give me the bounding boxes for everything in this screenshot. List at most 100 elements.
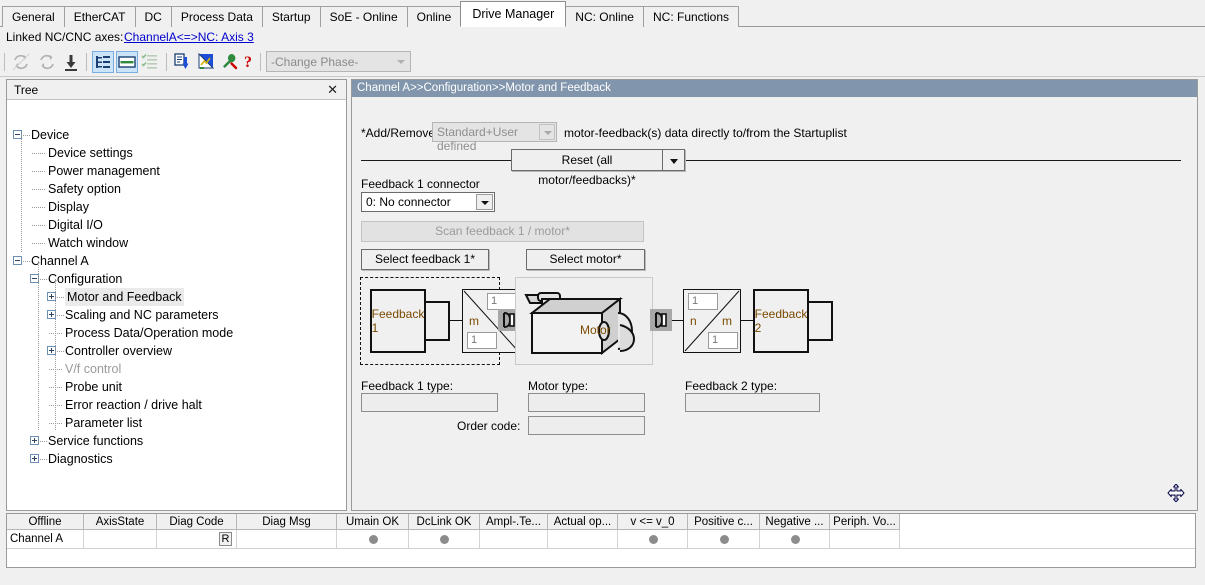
gear-right-numerator-input[interactable]: 1 xyxy=(688,293,718,310)
tree-connector xyxy=(32,207,46,208)
status-grid: Offline AxisState Diag Code Diag Msg Umain O… xyxy=(6,513,1196,568)
tree-item-label: V/f control xyxy=(65,362,122,376)
tree-item-label: Parameter list xyxy=(65,416,143,430)
status-led-indicator xyxy=(790,535,800,544)
tree-item-label: Digital I/O xyxy=(48,218,103,232)
status-column-header[interactable]: Periph. Vo... xyxy=(830,514,900,530)
change-phase-select[interactable]: -Change Phase- xyxy=(266,51,411,72)
tab-startup[interactable]: Startup xyxy=(261,6,321,27)
breadcrumb: Channel A>>Configuration>>Motor and Feed… xyxy=(352,80,1197,97)
gear-left-m-label: m xyxy=(469,314,479,328)
select-motor-button[interactable]: Select motor* xyxy=(526,249,645,270)
chevron-down-icon[interactable] xyxy=(476,194,493,210)
tree-connector xyxy=(32,153,46,154)
tab-soe-online[interactable]: SoE - Online xyxy=(319,6,408,27)
order-code-field[interactable] xyxy=(528,416,645,435)
wire-feedback1-gear xyxy=(450,320,462,321)
tree-connector xyxy=(49,369,63,370)
feedback1-connector-value: 0: No connector xyxy=(366,195,451,209)
tree-title: Tree xyxy=(14,83,39,97)
select-feedback-button[interactable]: Select feedback 1* xyxy=(361,249,489,270)
status-column-header[interactable]: v <= v_0 xyxy=(618,514,688,530)
status-column-header[interactable]: Diag Msg xyxy=(237,514,337,530)
tree-connector xyxy=(49,333,63,334)
tree-view-icon[interactable] xyxy=(92,51,114,73)
checklist-icon[interactable] xyxy=(140,51,162,73)
add-remove-select[interactable]: Standard+User defined xyxy=(432,122,557,153)
move-cursor-icon xyxy=(1167,483,1185,503)
tree-panel: Tree ✕ Device Device settings Power manage… xyxy=(6,79,347,511)
wire-gear-feedback2 xyxy=(741,320,753,321)
tab-online[interactable]: Online xyxy=(406,6,462,27)
gear-right-m-label: m xyxy=(722,314,732,328)
help-icon[interactable]: ? xyxy=(238,51,260,73)
status-column-header[interactable]: Actual op... xyxy=(548,514,618,530)
feedback2-type-label: Feedback 2 type: xyxy=(685,379,778,393)
tab-dc[interactable]: DC xyxy=(134,6,172,27)
import-icon[interactable] xyxy=(172,51,194,73)
diag-code-reset-button[interactable]: R xyxy=(219,532,232,546)
tree-connector xyxy=(49,405,63,406)
tree-connector xyxy=(57,297,65,298)
tree-collapse-icon[interactable] xyxy=(13,256,22,265)
feedback1-block[interactable]: Feedback 1 xyxy=(370,289,426,353)
tree-connector xyxy=(23,261,31,262)
change-phase-value: -Change Phase- xyxy=(271,55,359,69)
export-icon[interactable] xyxy=(196,51,218,73)
status-column-header[interactable]: Positive c... xyxy=(688,514,760,530)
status-column-header[interactable]: Negative ... xyxy=(760,514,830,530)
close-icon[interactable]: ✕ xyxy=(327,82,338,98)
status-cell xyxy=(237,530,337,548)
tree-item-label: Configuration xyxy=(48,272,123,286)
status-column-header[interactable]: Umain OK xyxy=(337,514,409,530)
feedback2-shaft-block xyxy=(807,301,833,341)
gear-left-denominator-input[interactable]: 1 xyxy=(467,332,497,349)
content-body: *Add/Remove Standard+User defined motor-… xyxy=(352,97,1197,510)
tab-general[interactable]: General xyxy=(2,6,65,27)
tree-connector xyxy=(21,135,22,253)
divider xyxy=(7,548,1195,549)
tab-drive-manager[interactable]: Drive Manager xyxy=(460,1,567,27)
feedback1-type-field[interactable] xyxy=(361,393,498,412)
feedback1-block-label: Feedback 1 xyxy=(371,307,425,335)
reload-disabled-icon[interactable] xyxy=(36,51,58,73)
tree-item-label: Device settings xyxy=(48,146,133,160)
tree-connector xyxy=(49,387,63,388)
tree-connector xyxy=(32,189,46,190)
tab-process-data[interactable]: Process Data xyxy=(170,6,263,27)
chevron-down-icon[interactable] xyxy=(539,124,555,140)
motor-icon[interactable]: Motor xyxy=(520,279,650,363)
divider xyxy=(361,160,1181,161)
tree-expand-icon[interactable] xyxy=(30,454,39,463)
refresh-disabled-icon[interactable] xyxy=(10,51,32,73)
tree-expand-icon[interactable] xyxy=(30,436,39,445)
tab-nc-online[interactable]: NC: Online xyxy=(565,6,644,27)
reset-dropdown-arrow[interactable] xyxy=(663,149,685,171)
feedback1-connector-select[interactable]: 0: No connector xyxy=(361,192,495,212)
tab-ethercat[interactable]: EtherCAT xyxy=(63,6,136,27)
status-led-indicator xyxy=(440,535,449,544)
status-column-header[interactable]: AxisState xyxy=(84,514,157,530)
motor-type-field[interactable] xyxy=(528,393,645,412)
feedback2-block[interactable]: Feedback 2 xyxy=(753,289,809,353)
status-row-label: Channel A xyxy=(10,533,64,545)
tree-item-label: Error reaction / drive halt xyxy=(65,398,202,412)
linked-axes-link[interactable]: ChannelA<=>NC: Axis 3 xyxy=(124,30,254,44)
gear-left-numerator-input[interactable]: 1 xyxy=(487,293,517,310)
download-icon[interactable] xyxy=(60,51,82,73)
status-led-indicator xyxy=(719,535,729,544)
tree-item-label: Probe unit xyxy=(65,380,122,394)
tree-item-label: Process Data/Operation mode xyxy=(65,326,234,340)
feedback1-connector-label: Feedback 1 connector xyxy=(361,177,480,191)
status-column-header[interactable]: Ampl-.Te... xyxy=(480,514,548,530)
reset-all-button[interactable]: Reset (all motor/feedbacks)* xyxy=(511,149,663,187)
status-column-header[interactable]: Offline xyxy=(7,514,84,530)
tree-connector xyxy=(32,243,46,244)
gear-right-denominator-input[interactable]: 1 xyxy=(708,332,738,349)
status-column-header[interactable]: DcLink OK xyxy=(409,514,480,530)
feedback2-type-field[interactable] xyxy=(685,393,820,412)
status-column-header[interactable]: Diag Code xyxy=(157,514,237,530)
tab-nc-functions[interactable]: NC: Functions xyxy=(642,6,740,27)
list-view-icon[interactable] xyxy=(116,51,138,73)
drive-manager-window: General EtherCAT DC Process Data Startup SoE … xyxy=(0,0,1205,585)
